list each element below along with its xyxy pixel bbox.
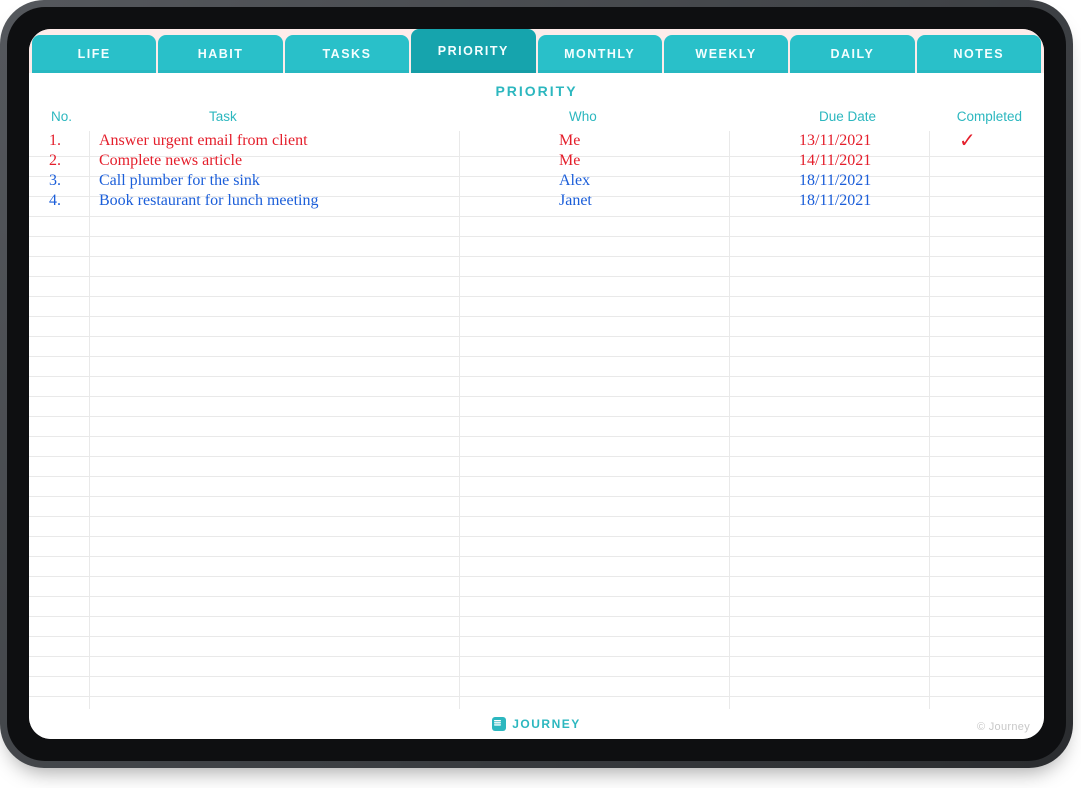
cell-due: 13/11/2021: [799, 131, 871, 151]
tab-habit[interactable]: HABIT: [158, 35, 282, 73]
footer-brand: JOURNEY: [512, 717, 581, 731]
tab-tasks[interactable]: TASKS: [285, 35, 409, 73]
tab-daily[interactable]: DAILY: [790, 35, 914, 73]
cell-task: Answer urgent email from client: [99, 131, 308, 151]
header-task: Task: [209, 109, 237, 124]
cell-due: 18/11/2021: [799, 171, 871, 191]
column-divider: [459, 131, 460, 709]
tab-notes[interactable]: NOTES: [917, 35, 1041, 73]
cell-due: 14/11/2021: [799, 151, 871, 171]
tab-label: LIFE: [78, 47, 111, 61]
column-headers: No. Task Who Due Date Completed: [29, 109, 1044, 131]
task-row: 3. Call plumber for the sink Alex 18/11/…: [29, 171, 1044, 191]
tab-weekly[interactable]: WEEKLY: [664, 35, 788, 73]
column-divider: [89, 131, 90, 709]
cell-task: Call plumber for the sink: [99, 171, 260, 191]
task-row: 4. Book restaurant for lunch meeting Jan…: [29, 191, 1044, 211]
header-completed: Completed: [957, 109, 1022, 124]
tab-label: MONTHLY: [564, 47, 635, 61]
tab-label: HABIT: [198, 47, 244, 61]
tab-label: PRIORITY: [438, 44, 509, 58]
screen: LIFE HABIT TASKS PRIORITY MONTHLY WEEKLY…: [29, 29, 1044, 739]
cell-task: Book restaurant for lunch meeting: [99, 191, 319, 211]
task-row: 2. Complete news article Me 14/11/2021: [29, 151, 1044, 171]
tab-label: WEEKLY: [695, 47, 756, 61]
cell-no: 2.: [49, 151, 61, 171]
header-no: No.: [51, 109, 72, 124]
task-rows: 1. Answer urgent email from client Me 13…: [29, 131, 1044, 211]
task-row: 1. Answer urgent email from client Me 13…: [29, 131, 1044, 151]
cell-no: 4.: [49, 191, 61, 211]
cell-no: 1.: [49, 131, 61, 151]
cell-completed-check-icon: ✓: [959, 131, 976, 151]
cell-who: Janet: [559, 191, 592, 211]
cell-due: 18/11/2021: [799, 191, 871, 211]
tab-monthly[interactable]: MONTHLY: [538, 35, 662, 73]
ipad-bezel: LIFE HABIT TASKS PRIORITY MONTHLY WEEKLY…: [7, 7, 1066, 761]
column-divider: [729, 131, 730, 709]
cell-who: Alex: [559, 171, 590, 191]
page-body: PRIORITY No. Task Who Due Date Completed: [29, 73, 1044, 739]
ruled-lines: [29, 137, 1044, 709]
tab-priority[interactable]: PRIORITY: [411, 29, 535, 73]
cell-who: Me: [559, 131, 580, 151]
tab-bar: LIFE HABIT TASKS PRIORITY MONTHLY WEEKLY…: [29, 29, 1044, 73]
cell-who: Me: [559, 151, 580, 171]
ipad-frame: LIFE HABIT TASKS PRIORITY MONTHLY WEEKLY…: [0, 0, 1073, 768]
cell-task: Complete news article: [99, 151, 242, 171]
footer: JOURNEY: [29, 713, 1044, 735]
journey-logo-icon: [492, 717, 506, 731]
cell-no: 3.: [49, 171, 61, 191]
footer-copyright: © Journey: [977, 721, 1030, 733]
column-divider: [929, 131, 930, 709]
header-due: Due Date: [819, 109, 876, 124]
tab-label: TASKS: [322, 47, 371, 61]
page-title: PRIORITY: [29, 73, 1044, 105]
header-who: Who: [569, 109, 597, 124]
tab-label: NOTES: [954, 47, 1005, 61]
tab-life[interactable]: LIFE: [32, 35, 156, 73]
tab-label: DAILY: [831, 47, 875, 61]
